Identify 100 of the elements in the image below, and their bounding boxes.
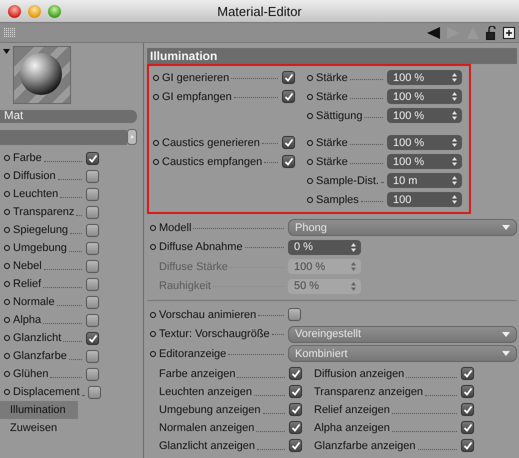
channel-item[interactable]: Diffusion [0,167,143,185]
channel-item[interactable]: Farbe [0,149,143,167]
stepper-icon[interactable] [452,176,457,185]
keyframe-dot-icon [150,244,156,250]
field-label: Sättigung [316,110,362,122]
stepper-icon[interactable] [351,242,356,252]
field-label: Normalen anzeigen [159,422,254,434]
checkbox[interactable] [282,155,295,168]
channel-item[interactable]: Glanzlicht [0,329,143,347]
keyframe-dot-icon [150,312,156,318]
checkbox[interactable] [86,368,99,380]
stepper-icon[interactable] [452,138,457,147]
stepper-icon[interactable] [452,92,457,101]
dropdown-arrow-icon[interactable] [502,351,510,356]
number-field[interactable]: 100 % [387,108,462,123]
lock-icon[interactable] [486,26,496,40]
keyframe-dot-icon [4,155,10,161]
checkbox[interactable] [86,296,99,308]
channel-item[interactable]: Normale [0,293,143,311]
number-field[interactable]: 100 % [387,70,462,85]
number-field[interactable]: 100 % [387,154,462,169]
checkbox[interactable] [289,421,302,434]
number-field[interactable]: 0 % [288,240,361,255]
close-button[interactable] [8,4,21,18]
field-label: Vorschau animieren [159,308,256,321]
channel-item[interactable]: Alpha [0,311,143,329]
checkbox[interactable] [86,206,99,218]
channel-item[interactable]: Transparenz [0,203,143,221]
checkbox[interactable] [289,385,302,398]
field-label: Transparenz anzeigen [314,386,424,398]
keyframe-dot-icon [307,140,313,146]
checkbox[interactable] [461,421,474,434]
checkbox[interactable] [289,403,302,416]
channel-item[interactable]: Glühen [0,365,143,383]
checkbox[interactable] [282,136,295,149]
back-arrow-icon[interactable] [427,26,440,38]
keyframe-dot-icon [4,209,10,215]
checkbox[interactable] [86,188,99,200]
new-window-icon[interactable] [503,26,515,38]
keyframe-dot-icon [4,191,10,197]
checkbox[interactable] [86,170,99,182]
channel-item[interactable]: Displacement [0,383,143,401]
material-name-field[interactable]: Mat [0,110,137,123]
checkbox[interactable] [86,332,99,344]
checkbox[interactable] [88,386,101,398]
checkbox[interactable] [289,439,302,452]
stepper-icon[interactable] [452,195,457,204]
checkbox[interactable] [288,308,301,322]
keyframe-dot-icon [153,74,159,80]
number-field[interactable]: 100 % [387,135,462,150]
field-label: Stärke [316,72,348,84]
channel-item[interactable]: Zuweisen [0,419,143,437]
window-title: Material-Editor [217,4,302,18]
keyframe-dot-icon [307,94,313,100]
keyframe-dot-icon [4,263,10,269]
stepper-icon[interactable] [452,157,457,166]
dropdown-arrow-icon[interactable] [3,49,10,54]
field-label: Glanzlicht anzeigen [159,440,256,452]
channel-item[interactable]: Relief [0,275,143,293]
checkbox[interactable] [86,152,99,164]
checkbox[interactable] [86,260,99,272]
channel-item[interactable]: Illumination [0,401,78,419]
keyframe-dot-icon [307,158,313,164]
grip-icon[interactable] [4,28,16,38]
checkbox[interactable] [289,367,302,380]
number-field[interactable]: 10 m [387,173,462,188]
channel-item[interactable]: Leuchten [0,185,143,203]
checkbox[interactable] [461,385,474,398]
field-label: Leuchten anzeigen [159,386,252,398]
dropdown-arrow-icon[interactable] [502,225,510,230]
checkbox[interactable] [86,350,99,362]
number-field[interactable]: 100 [387,192,462,207]
channel-item[interactable]: Spiegelung [0,221,143,239]
channel-item[interactable]: Glanzfarbe [0,347,143,365]
checkbox[interactable] [461,367,474,380]
checkbox[interactable] [282,90,295,103]
checkbox[interactable] [282,71,295,84]
channel-item[interactable]: Umgebung [0,239,143,257]
checkbox[interactable] [461,439,474,452]
keyframe-dot-icon [4,371,10,377]
keyframe-dot-icon [4,353,10,359]
stepper-icon[interactable] [452,111,457,120]
checkbox[interactable] [86,314,99,326]
stepper-icon[interactable] [452,73,457,82]
zoom-button[interactable] [48,4,61,18]
checkbox[interactable] [86,224,99,236]
keyframe-dot-icon [307,112,313,118]
field-label: Modell [159,222,192,234]
field-label: GI generieren [162,72,230,84]
channel-item[interactable]: Nebel [0,257,143,275]
dropdown-arrow-icon[interactable] [502,332,510,337]
keyframe-dot-icon [153,140,159,146]
keyframe-dot-icon [150,350,156,357]
checkbox[interactable] [461,403,474,416]
checkbox[interactable] [86,242,99,254]
number-field[interactable]: 100 % [387,89,462,104]
keyframe-dot-icon [4,389,10,395]
checkbox[interactable] [86,278,99,290]
keyframe-dot-icon [4,335,10,341]
field-label: Stärke [316,156,348,168]
